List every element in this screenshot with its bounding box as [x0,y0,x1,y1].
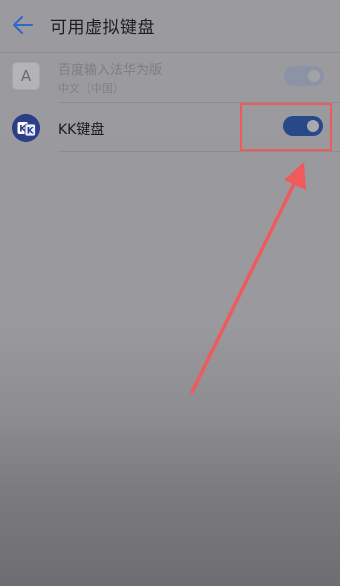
annotation-arrow-icon [190,162,306,394]
